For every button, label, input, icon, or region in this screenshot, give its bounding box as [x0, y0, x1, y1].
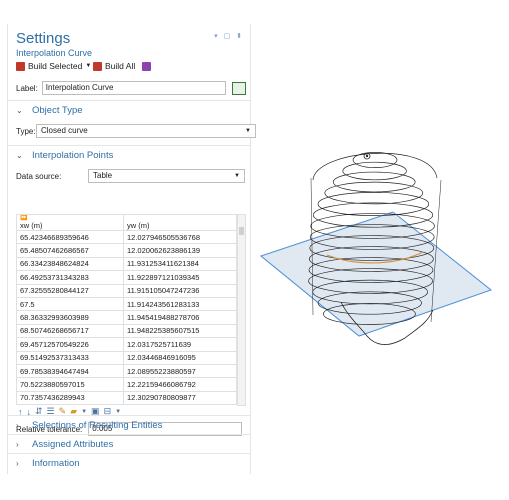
table-cell[interactable]: 67.32555280844127	[16, 283, 124, 298]
table-row[interactable]: 70.7357436289943 12.30290780809877	[16, 390, 237, 406]
type-value: Closed curve	[41, 126, 88, 135]
table-cell[interactable]: 11.945419488278706	[123, 310, 237, 325]
type-row: Type: Closed curve ▼	[16, 124, 256, 138]
table-cell[interactable]: 11.915105047247236	[123, 283, 237, 298]
dropdown-arrow-icon: ▼	[234, 173, 240, 179]
chevron-down-icon[interactable]: ▼	[81, 409, 87, 415]
table-cell[interactable]: 70.5223880597015	[16, 377, 124, 392]
table-cell[interactable]: 12.0317525711639	[123, 337, 237, 352]
settings-title: Settings	[16, 30, 71, 47]
type-caption: Type:	[16, 126, 36, 136]
table-row[interactable]: 69.78538394647494 12.08955223880597	[16, 363, 237, 379]
assigned-attributes-section-header[interactable]: › Assigned Attributes	[8, 434, 250, 453]
build-selected-icon	[16, 61, 25, 71]
type-select[interactable]: Closed curve ▼	[36, 124, 256, 138]
label-input[interactable]: Interpolation Curve	[41, 81, 226, 95]
data-source-select[interactable]: Table ▼	[88, 169, 245, 183]
build-selected-button[interactable]: Build Selected ▼	[16, 61, 91, 71]
chevron-down-icon: ⌄	[16, 150, 23, 160]
table-cell[interactable]: 12.30290780809877	[123, 390, 237, 406]
data-source-row: Data source: Table ▼	[16, 169, 245, 183]
table-cell[interactable]: 11.914243561283133	[123, 296, 237, 312]
table-cell[interactable]: 68.36332993603989	[16, 310, 124, 325]
table-cell[interactable]: 65.48507462686567	[16, 243, 124, 258]
table-cell[interactable]: 12.03446846916095	[123, 350, 237, 365]
table-cell[interactable]: 12.027946505536768	[123, 229, 237, 245]
table-row[interactable]: 66.33423848624824 11.931253411621384	[16, 256, 237, 272]
selections-section-header[interactable]: › Selections of Resulting Entities	[8, 415, 250, 434]
label-tag-icon[interactable]	[231, 81, 246, 95]
selections-header: Selections of Resulting Entities	[32, 419, 163, 431]
build-selected-label: Build Selected	[28, 61, 83, 71]
table-row[interactable]: 68.36332993603989 11.945419488278706	[16, 310, 237, 325]
table-row[interactable]: 65.42346689359646 12.027946505536768	[16, 229, 237, 245]
table-row[interactable]: 66.49253731343283 11.922897121039345	[16, 270, 237, 285]
chevron-right-icon: ›	[16, 439, 19, 449]
model-icon[interactable]	[142, 61, 152, 71]
window-controls[interactable]: ▾ ▢ ⬍	[214, 32, 244, 40]
table-cell[interactable]: 12.020062623886139	[123, 243, 237, 258]
build-all-button[interactable]: Build All	[93, 61, 152, 71]
column-header-xw[interactable]: ⏩ xw (m)	[16, 214, 124, 231]
table-cell[interactable]: 70.7357436289943	[16, 390, 124, 406]
table-cell[interactable]: 66.49253731343283	[16, 270, 124, 285]
head-outline	[312, 153, 438, 181]
settings-panel: Settings ▾ ▢ ⬍ Interpolation Curve Build…	[7, 24, 256, 474]
table-row[interactable]: 67.32555280844127 11.915105047247236	[16, 283, 237, 298]
table-row[interactable]: 70.5223880597015 12.22159466086792	[16, 377, 237, 392]
chevron-down-icon: ⌄	[16, 105, 23, 115]
table-row[interactable]: 65.48507462686567 12.020062623886139	[16, 243, 237, 258]
settings-subtitle: Interpolation Curve	[16, 48, 93, 58]
information-section-header[interactable]: › Information	[8, 453, 250, 472]
table-cell[interactable]: 69.45712570549226	[16, 337, 124, 352]
table-cell[interactable]: 11.931253411621384	[123, 256, 237, 272]
table-header-row: ⏩ xw (m) yw (m)	[16, 214, 237, 231]
top-marker-dot	[365, 154, 369, 158]
information-header: Information	[32, 457, 80, 469]
dropdown-arrow-icon: ▼	[245, 128, 251, 134]
table-cell[interactable]: 66.33423848624824	[16, 256, 124, 272]
table-cell[interactable]: 67.5	[16, 296, 124, 312]
table-row[interactable]: 69.51492537313433 12.03446846916095	[16, 350, 237, 365]
table-cell[interactable]: 12.08955223880597	[123, 363, 237, 379]
build-all-label: Build All	[105, 61, 136, 71]
table-row[interactable]: 69.45712570549226 12.0317525711639	[16, 337, 237, 352]
assigned-attributes-header: Assigned Attributes	[32, 438, 114, 450]
table-row[interactable]: 67.5 11.914243561283133	[16, 296, 237, 312]
interpolation-points-header: Interpolation Points	[32, 149, 114, 161]
object-type-section-header[interactable]: ⌄ Object Type	[8, 100, 250, 119]
contour-ring	[324, 181, 424, 205]
data-source-value: Table	[93, 171, 113, 180]
chevron-right-icon: ›	[16, 420, 19, 430]
chevron-down-icon[interactable]: ▼	[85, 63, 91, 69]
chevron-right-icon: ›	[16, 458, 19, 468]
graphics-view[interactable]	[255, 140, 500, 380]
table-cell[interactable]: 68.50746268656717	[16, 323, 124, 339]
label-caption: Label:	[16, 83, 38, 93]
work-plane	[259, 211, 493, 337]
column-header-xw-label: xw (m)	[20, 221, 43, 230]
scrollbar-thumb[interactable]	[239, 227, 244, 235]
column-header-yw[interactable]: yw (m)	[123, 214, 237, 231]
table-cell[interactable]: 69.78538394647494	[16, 363, 124, 379]
table-cell[interactable]: 12.22159466086792	[123, 377, 237, 392]
table-cell[interactable]: 11.948225385607515	[123, 323, 237, 339]
interpolation-points-section-header[interactable]: ⌄ Interpolation Points	[8, 145, 250, 164]
interpolation-points-table: ⏩ xw (m) yw (m) 65.42346689359646 12.0279…	[16, 214, 237, 406]
object-type-header: Object Type	[32, 104, 83, 116]
table-cell[interactable]: 69.51492537313433	[16, 350, 124, 365]
table-scrollbar[interactable]	[237, 214, 246, 406]
contour-ring	[342, 161, 407, 181]
table-cell[interactable]: 65.42346689359646	[16, 229, 124, 245]
table-cell[interactable]: 11.922897121039345	[123, 270, 237, 285]
table-row[interactable]: 68.50746268656717 11.948225385607515	[16, 323, 237, 339]
column-header-yw-label: yw (m)	[127, 221, 150, 230]
build-all-icon	[93, 61, 102, 71]
label-row: Label: Interpolation Curve	[16, 81, 246, 95]
chevron-down-icon[interactable]: ▼	[115, 409, 121, 415]
data-source-caption: Data source:	[16, 171, 62, 181]
contour-ring	[352, 152, 398, 168]
